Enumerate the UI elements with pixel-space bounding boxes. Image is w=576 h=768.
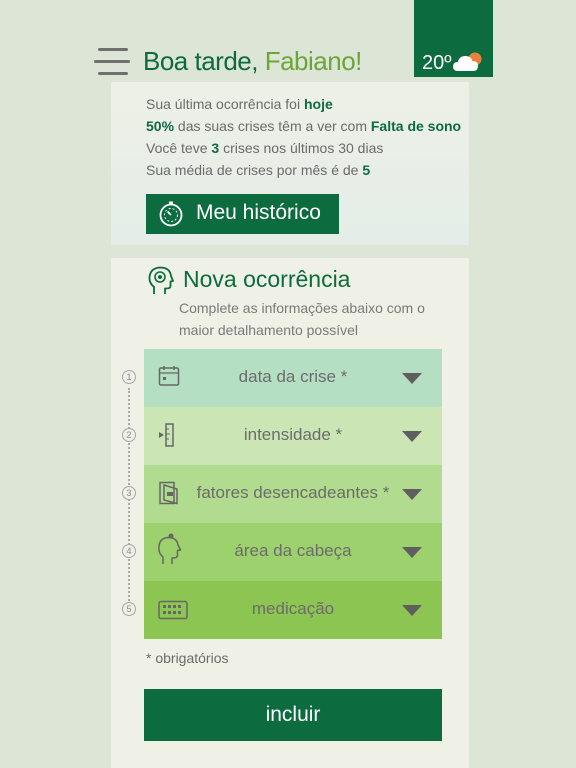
user-name: Fabiano!: [264, 46, 363, 76]
step-number: 4: [122, 544, 136, 558]
chevron-down-icon: [402, 489, 422, 500]
step-number: 5: [122, 602, 136, 616]
chevron-down-icon: [402, 431, 422, 442]
field-medication[interactable]: medicação: [144, 581, 442, 639]
weather-temperature: 20º: [422, 52, 452, 74]
partly-cloudy-icon: [453, 52, 482, 71]
greeting: Boa tarde, Fabiano!: [143, 46, 362, 77]
chevron-down-icon: [402, 373, 422, 384]
field-crisis-date[interactable]: data da crise *: [144, 349, 442, 407]
summary-monthly-average: Sua média de crises por mês é de 5: [146, 162, 371, 178]
new-occurrence-subtitle: Complete as informações abaixo com o mai…: [179, 300, 425, 338]
field-intensity[interactable]: intensidade *: [144, 407, 442, 465]
head-target-icon: [148, 266, 174, 294]
stopwatch-icon: [159, 201, 183, 227]
required-note: * obrigatórios: [146, 650, 229, 666]
step-number: 2: [122, 428, 136, 442]
step-number: 1: [122, 370, 136, 384]
include-button[interactable]: incluir: [144, 689, 442, 741]
new-occurrence-title: Nova ocorrência: [183, 266, 351, 292]
hamburger-menu-icon[interactable]: [94, 48, 130, 76]
chevron-down-icon: [402, 547, 422, 558]
history-button-label: Meu histórico: [196, 201, 321, 224]
field-label: medicação: [251, 599, 335, 618]
field-label: data da crise *: [238, 367, 348, 386]
field-label: intensidade *: [243, 425, 343, 444]
include-button-label: incluir: [265, 703, 321, 726]
field-head-area[interactable]: área da cabeça: [144, 523, 442, 581]
field-label: fatores desencadeantes *: [196, 483, 390, 502]
history-button[interactable]: Meu histórico: [146, 194, 339, 234]
summary-crisis-count: Você teve 3 crises nos últimos 30 dias: [146, 140, 384, 156]
weather-widget: 20º: [414, 0, 493, 77]
step-number: 3: [122, 486, 136, 500]
field-triggers[interactable]: fatores desencadeantes *: [144, 465, 442, 523]
field-label: área da cabeça: [234, 541, 352, 560]
chevron-down-icon: [402, 605, 422, 616]
summary-last-occurrence: Sua última ocorrência foi hoje: [146, 96, 333, 112]
greeting-prefix: Boa tarde,: [143, 46, 258, 76]
summary-trigger-stat: 50% das suas crises têm a ver com Falta …: [146, 118, 462, 134]
